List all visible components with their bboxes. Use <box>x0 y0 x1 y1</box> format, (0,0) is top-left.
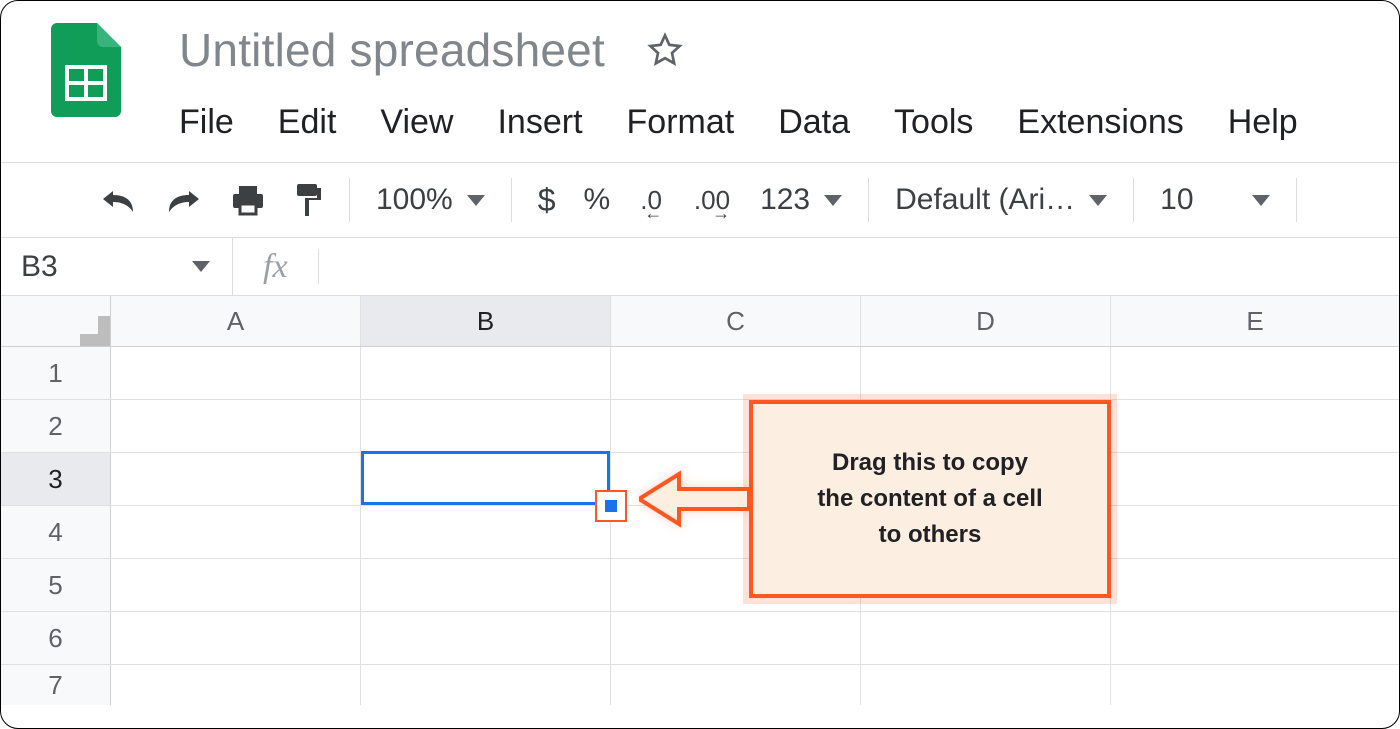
row-header-7[interactable]: 7 <box>1 665 111 705</box>
decrease-decimal-button[interactable]: .0← <box>638 185 664 216</box>
caret-down-icon <box>1252 195 1270 206</box>
increase-decimal-button[interactable]: .00→ <box>692 185 732 216</box>
cell-D1[interactable] <box>861 347 1111 399</box>
sheets-logo-icon <box>51 23 121 117</box>
cell-A1[interactable] <box>111 347 361 399</box>
annotation-line-3: to others <box>879 517 982 553</box>
cell-E4[interactable] <box>1111 506 1399 558</box>
redo-icon[interactable] <box>165 185 203 215</box>
spreadsheet-grid[interactable]: A B C D E 1 2 3 <box>1 296 1399 705</box>
caret-down-icon <box>824 195 842 206</box>
cell-A3[interactable] <box>111 453 361 505</box>
cell-E7[interactable] <box>1111 665 1399 705</box>
cell-C7[interactable] <box>611 665 861 705</box>
cell-A5[interactable] <box>111 559 361 611</box>
cell-E2[interactable] <box>1111 400 1399 452</box>
annotation-box: Drag this to copy the content of a cell … <box>749 400 1111 598</box>
caret-down-icon <box>467 195 485 206</box>
cell-A4[interactable] <box>111 506 361 558</box>
caret-down-icon <box>1089 195 1107 206</box>
row-header-5[interactable]: 5 <box>1 559 111 611</box>
row-header-2[interactable]: 2 <box>1 400 111 452</box>
column-header-A[interactable]: A <box>111 296 361 346</box>
menu-help[interactable]: Help <box>1228 103 1298 142</box>
row-6: 6 <box>1 612 1399 665</box>
toolbar: 100% $ % .0← .00→ 123 Default (Ari… <box>1 162 1399 238</box>
formula-bar: B3 fx <box>1 238 1399 296</box>
row-header-1[interactable]: 1 <box>1 347 111 399</box>
menu-file[interactable]: File <box>179 103 234 142</box>
font-size-dropdown[interactable]: 10 <box>1160 183 1269 217</box>
formula-input[interactable] <box>319 238 1399 295</box>
annotation: Drag this to copy the content of a cell … <box>639 400 1111 598</box>
star-icon[interactable] <box>645 30 685 70</box>
cell-E6[interactable] <box>1111 612 1399 664</box>
annotation-arrow-icon <box>639 470 749 528</box>
document-title[interactable]: Untitled spreadsheet <box>179 23 605 77</box>
select-all-corner[interactable] <box>1 296 111 346</box>
menu-edit[interactable]: Edit <box>278 103 337 142</box>
menu-tools[interactable]: Tools <box>894 103 973 142</box>
zoom-value: 100% <box>376 183 453 217</box>
cell-A2[interactable] <box>111 400 361 452</box>
zoom-dropdown[interactable]: 100% <box>376 183 485 217</box>
fill-handle-dot-icon <box>605 500 617 512</box>
cell-D7[interactable] <box>861 665 1111 705</box>
cell-B5[interactable] <box>361 559 611 611</box>
menu-format[interactable]: Format <box>627 103 735 142</box>
more-formats-dropdown[interactable]: 123 <box>760 183 842 217</box>
cell-B7[interactable] <box>361 665 611 705</box>
cell-E1[interactable] <box>1111 347 1399 399</box>
column-header-B[interactable]: B <box>361 296 611 346</box>
google-sheets-window: Untitled spreadsheet File Edit View Inse… <box>0 0 1400 729</box>
column-header-E[interactable]: E <box>1111 296 1399 346</box>
undo-icon[interactable] <box>99 185 137 215</box>
format-percent-button[interactable]: % <box>584 183 611 217</box>
cell-E5[interactable] <box>1111 559 1399 611</box>
cell-A6[interactable] <box>111 612 361 664</box>
row-1: 1 <box>1 347 1399 400</box>
name-box[interactable]: B3 <box>1 238 233 295</box>
cell-C1[interactable] <box>611 347 861 399</box>
cell-C6[interactable] <box>611 612 861 664</box>
column-headers: A B C D E <box>1 296 1399 347</box>
cell-B1[interactable] <box>361 347 611 399</box>
format-currency-button[interactable]: $ <box>538 182 556 219</box>
row-7: 7 <box>1 665 1399 705</box>
menu-extensions[interactable]: Extensions <box>1017 103 1183 142</box>
column-header-C[interactable]: C <box>611 296 861 346</box>
menu-data[interactable]: Data <box>778 103 850 142</box>
name-box-value: B3 <box>21 250 58 284</box>
cell-B2[interactable] <box>361 400 611 452</box>
cell-D6[interactable] <box>861 612 1111 664</box>
row-header-3[interactable]: 3 <box>1 453 111 505</box>
cell-A7[interactable] <box>111 665 361 705</box>
menu-view[interactable]: View <box>380 103 453 142</box>
fill-handle[interactable] <box>595 490 627 522</box>
cell-B3[interactable] <box>361 453 611 505</box>
menu-bar: File Edit View Insert Format Data Tools … <box>179 103 1298 142</box>
cell-B6[interactable] <box>361 612 611 664</box>
row-header-4[interactable]: 4 <box>1 506 111 558</box>
title-bar: Untitled spreadsheet File Edit View Inse… <box>1 1 1399 142</box>
paint-format-icon[interactable] <box>293 182 323 218</box>
menu-insert[interactable]: Insert <box>497 103 582 142</box>
annotation-line-1: Drag this to copy <box>832 445 1028 481</box>
annotation-line-2: the content of a cell <box>817 481 1042 517</box>
caret-down-icon <box>192 261 210 272</box>
cell-B4[interactable] <box>361 506 611 558</box>
column-header-D[interactable]: D <box>861 296 1111 346</box>
row-header-6[interactable]: 6 <box>1 612 111 664</box>
fx-icon: fx <box>233 249 319 283</box>
font-family-dropdown[interactable]: Default (Ari… <box>895 183 1107 217</box>
cell-E3[interactable] <box>1111 453 1399 505</box>
print-icon[interactable] <box>231 184 265 216</box>
